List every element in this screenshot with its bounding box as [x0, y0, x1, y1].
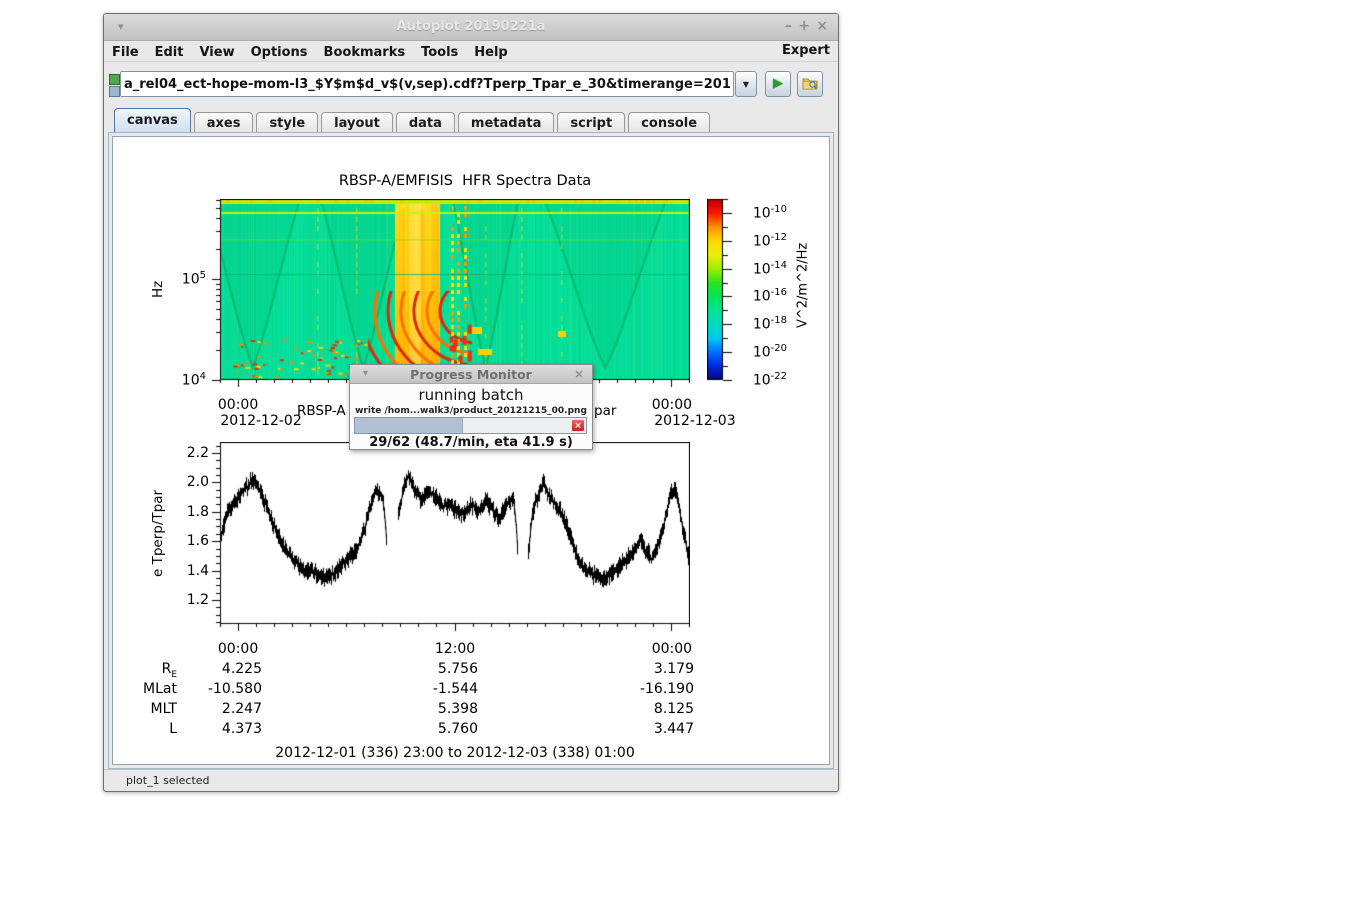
timerange-label: 2012-12-01 (336) 23:00 to 2012-12-03 (33…	[205, 745, 705, 761]
tab-metadata[interactable]: metadata	[458, 112, 554, 134]
tab-layout[interactable]: layout	[321, 112, 393, 134]
spec-ytick-label: 104	[156, 371, 206, 389]
ephemeris-value: -1.544	[368, 681, 478, 697]
tab-script[interactable]: script	[557, 112, 625, 134]
url-dropdown-button[interactable]: ▼	[735, 71, 757, 97]
spec-xtick-time: 00:00	[178, 397, 298, 413]
colorbar-axis-label: V^2/m^2/Hz	[794, 235, 812, 335]
timeseries-plot[interactable]	[208, 442, 690, 636]
plot1-title: RBSP-A/EMFISIS HFR Spectra Data	[255, 173, 675, 189]
colorbar-tick-label: 10-22	[735, 371, 787, 389]
colorbar-tick-label: 10-16	[735, 287, 787, 305]
colorbar-tick-label: 10-10	[735, 204, 787, 222]
dialog-close-button[interactable]: ×	[574, 367, 584, 381]
ephemeris-value: 2.247	[152, 701, 262, 717]
colorbar-tick-label: 10-18	[735, 315, 787, 333]
datasource-blue-square-icon	[109, 86, 120, 97]
ephemeris-value: 4.225	[152, 661, 262, 677]
dropdown-arrow-icon: ▼	[743, 80, 749, 89]
ephemeris-value: 8.125	[584, 701, 694, 717]
progress-bar-fill	[355, 418, 463, 433]
menu-item-help[interactable]: Help	[466, 43, 515, 62]
menu-item-view[interactable]: View	[191, 43, 242, 62]
menu-item-bookmarks[interactable]: Bookmarks	[316, 43, 414, 62]
tab-console[interactable]: console	[628, 112, 710, 134]
spec-xtick-time: 00:00	[612, 397, 732, 413]
progress-status-label: 29/62 (48.7/min, eta 41.9 s)	[350, 435, 592, 450]
colorbar[interactable]	[707, 198, 735, 382]
open-file-button[interactable]	[797, 71, 823, 97]
plot2-xtick-label: 00:00	[612, 641, 732, 657]
colorbar-tick-label: 10-14	[735, 260, 787, 278]
ephemeris-value: -10.580	[152, 681, 262, 697]
progress-bar: ×	[354, 417, 587, 434]
plot2-ytick-label: 1.8	[153, 504, 209, 520]
plot2-ytick-label: 2.2	[153, 445, 209, 461]
autoplot-window: ▾ Autoplot 20190221a – + × FileEditViewO…	[103, 13, 839, 792]
spec-xtick-date: 2012-12-03	[635, 413, 755, 429]
progress-task-label: running batch	[350, 386, 592, 404]
statusbar: plot_1 selected	[104, 769, 838, 791]
ephemeris-value: 4.373	[152, 721, 262, 737]
menu-item-options[interactable]: Options	[243, 43, 316, 62]
menubar: FileEditViewOptionsBookmarksToolsHelp Ex…	[104, 41, 838, 62]
tab-canvas[interactable]: canvas	[114, 108, 191, 132]
datasource-type-icon[interactable]	[108, 74, 120, 96]
plot2-ytick-label: 2.0	[153, 474, 209, 490]
ephemeris-value: 3.179	[584, 661, 694, 677]
ephemeris-value: 5.398	[368, 701, 478, 717]
toolbar: ▼ ▶	[104, 62, 838, 106]
tab-axes[interactable]: axes	[194, 112, 254, 134]
datasource-green-square-icon	[109, 74, 120, 85]
maximize-button[interactable]: +	[798, 18, 810, 34]
tab-bar: canvasaxesstylelayoutdatametadatascriptc…	[114, 106, 713, 132]
tab-data[interactable]: data	[396, 112, 455, 134]
dialog-titlebar[interactable]: ▾ Progress Monitor ×	[350, 365, 592, 384]
plot2-xtick-label: 00:00	[178, 641, 298, 657]
titlebar[interactable]: ▾ Autoplot 20190221a – + ×	[104, 14, 838, 41]
status-text: plot_1 selected	[126, 774, 210, 787]
dialog-title: Progress Monitor	[350, 367, 592, 382]
menu-item-tools[interactable]: Tools	[413, 43, 466, 62]
menu-item-edit[interactable]: Edit	[147, 43, 192, 62]
progress-cancel-button[interactable]: ×	[571, 419, 585, 432]
menu-item-file[interactable]: File	[104, 43, 147, 62]
tab-style[interactable]: style	[256, 112, 318, 134]
window-title: Autoplot 20190221a	[104, 19, 838, 34]
open-file-icon	[802, 76, 819, 91]
progress-detail-label: write /hom...walk3/product_20121215_00.p…	[350, 406, 592, 416]
colorbar-tick-label: 10-12	[735, 232, 787, 250]
plot2-ytick-label: 1.2	[153, 592, 209, 608]
play-icon: ▶	[773, 76, 783, 91]
expert-toggle[interactable]: Expert	[782, 43, 830, 58]
ephemeris-value: 5.756	[368, 661, 478, 677]
canvas-panel: RBSP-A/EMFISIS HFR Spectra Data Hz V^2/m…	[108, 132, 834, 769]
plot2-xtick-label: 12:00	[395, 641, 515, 657]
close-button[interactable]: ×	[816, 18, 828, 34]
progress-dialog[interactable]: ▾ Progress Monitor × running batch write…	[349, 364, 593, 450]
spec-xtick-date: 2012-12-02	[201, 413, 321, 429]
ephemeris-value: 3.447	[584, 721, 694, 737]
plot-canvas[interactable]: RBSP-A/EMFISIS HFR Spectra Data Hz V^2/m…	[112, 136, 830, 765]
menu-items: FileEditViewOptionsBookmarksToolsHelp	[104, 41, 516, 60]
spec-ytick-label: 105	[156, 270, 206, 288]
ephemeris-value: 5.760	[368, 721, 478, 737]
url-input[interactable]	[120, 71, 734, 97]
plot2-ytick-label: 1.6	[153, 533, 209, 549]
go-button[interactable]: ▶	[765, 71, 791, 97]
ephemeris-value: -16.190	[584, 681, 694, 697]
minimize-button[interactable]: –	[785, 18, 792, 34]
desktop: { "window": { "title": "Autoplot 2019022…	[0, 0, 1345, 916]
plot2-ytick-label: 1.4	[153, 563, 209, 579]
colorbar-tick-label: 10-20	[735, 343, 787, 361]
